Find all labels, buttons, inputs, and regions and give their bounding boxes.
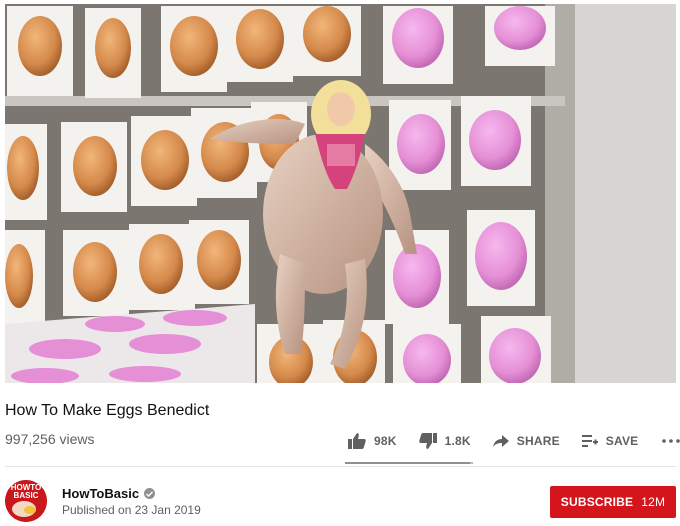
howtobasic-logo-icon: HOWTO BASIC <box>5 480 47 522</box>
channel-avatar[interactable]: HOWTO BASIC <box>5 480 47 522</box>
publish-date: Published on 23 Jan 2019 <box>62 503 201 517</box>
subscribe-label: SUBSCRIBE <box>560 495 634 509</box>
view-count: 997,256 views <box>5 431 95 447</box>
verified-icon <box>144 488 156 499</box>
like-button[interactable]: 98K <box>348 433 397 449</box>
like-dislike-bar <box>345 462 473 464</box>
thumbs-up-icon <box>348 433 366 449</box>
channel-name[interactable]: HowToBasic <box>62 486 139 501</box>
thumbs-down-icon <box>418 433 437 449</box>
save-label: SAVE <box>605 434 639 448</box>
video-frame <box>5 4 676 383</box>
like-count: 98K <box>374 434 397 448</box>
dislike-count: 1.8K <box>444 434 471 448</box>
egg-card <box>7 6 73 96</box>
video-actions: 98K 1.8K SHARE SAVE <box>348 428 680 454</box>
save-button[interactable]: SAVE <box>581 434 639 448</box>
subscribe-button[interactable]: SUBSCRIBE 12M <box>550 486 676 518</box>
like-ratio-fill <box>345 462 471 464</box>
share-icon <box>492 435 509 447</box>
more-actions-button[interactable] <box>662 439 680 443</box>
svg-text:BASIC: BASIC <box>14 491 39 500</box>
share-label: SHARE <box>516 434 560 448</box>
subscriber-count: 12M <box>641 495 666 509</box>
save-playlist-icon <box>581 435 598 447</box>
video-title: How To Make Eggs Benedict <box>5 402 210 419</box>
more-icon <box>662 439 680 443</box>
divider <box>5 466 676 467</box>
video-player[interactable] <box>5 4 676 383</box>
channel-name-row: HowToBasic <box>62 486 156 501</box>
share-button[interactable]: SHARE <box>492 434 560 448</box>
dislike-button[interactable]: 1.8K <box>418 433 471 449</box>
